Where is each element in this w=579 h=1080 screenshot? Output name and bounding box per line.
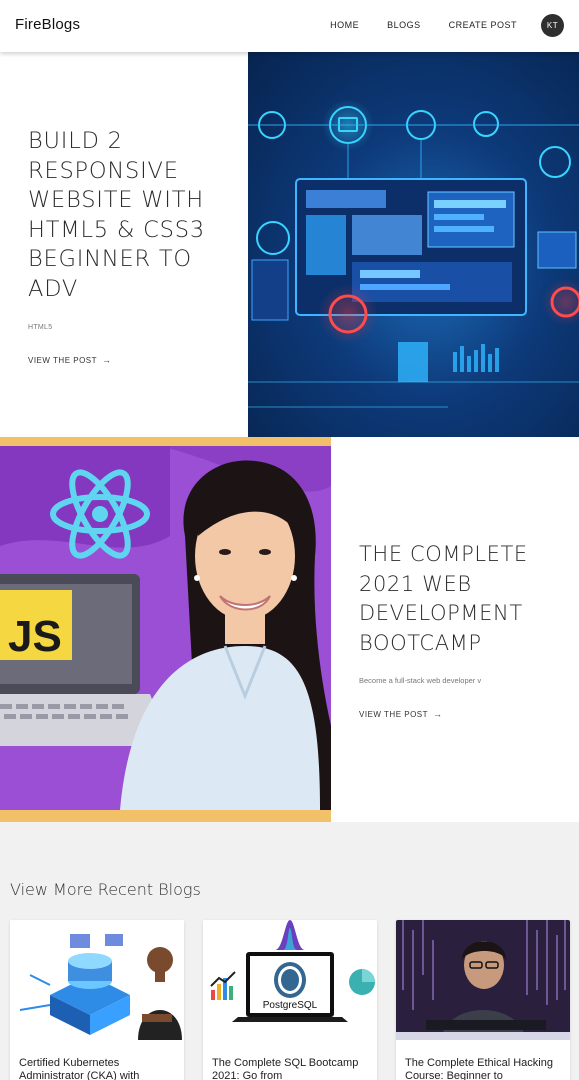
featured-post-1-tag: HTML5 [28,324,53,331]
hacking-cover-image [396,920,570,1040]
featured-post-2-description: Become a full-stack web developer v [359,676,482,685]
nav-home-link[interactable]: HOME [330,20,359,30]
nav-blogs-link[interactable]: BLOGS [387,20,421,30]
arrow-right-icon: → [102,355,112,365]
blog-card-hacking[interactable]: The Complete Ethical Hacking Course: Beg… [396,920,570,1080]
top-navbar: FireBlogs HOME BLOGS CREATE POST KT [0,0,579,52]
blog-card-title: The Complete Ethical Hacking Course: Beg… [405,1057,553,1080]
blog-card-kubernetes[interactable]: Certified Kubernetes Administrator (CKA)… [10,920,184,1080]
featured-post-2-image: JS [0,437,331,822]
web-dev-illustration-icon [248,99,579,408]
js-logo-text: JS [8,612,62,661]
featured-post-2-text: THE COMPLETE 2021 WEB DEVELOPMENT BOOTCA… [359,540,559,722]
kubernetes-cover-image [10,920,184,1040]
recent-blogs-cards: Certified Kubernetes Administrator (CKA)… [10,920,579,1080]
view-post-1-label: VIEW THE POST [28,355,98,365]
postgres-label-text: PostgreSQL [263,1000,318,1011]
featured-post-2: JS THE COMPLETE 2021 WEB DEVELOPMENT BOO… [0,437,579,822]
nav-create-post-link[interactable]: CREATE POST [449,20,517,30]
view-post-2-label: VIEW THE POST [359,709,429,719]
blog-card-title: The Complete SQL Bootcamp 2021: Go from [212,1057,359,1080]
postgresql-cover-image: PostgreSQL [203,920,377,1040]
recent-blogs-section: View More Recent Blogs Certified Kuberne… [0,822,579,1080]
featured-post-1: BUILD 2 RESPONSIVE WEBSITE WITH HTML5 & … [0,52,579,437]
recent-blogs-heading: View More Recent Blogs [10,880,201,899]
postgresql-cover-icon: PostgreSQL [203,920,377,1040]
blog-card-sql[interactable]: PostgreSQL The Complete SQL Bootcamp 202… [203,920,377,1080]
kubernetes-cover-icon [10,920,184,1040]
view-post-1-link[interactable]: VIEW THE POST → [28,355,112,365]
user-avatar[interactable]: KT [541,14,564,37]
arrow-right-icon: → [433,709,443,719]
featured-post-1-image [248,52,579,437]
bootcamp-cover-illustration: JS [0,446,331,810]
blog-card-title: Certified Kubernetes Administrator (CKA)… [19,1057,140,1080]
brand-logo[interactable]: FireBlogs [15,16,80,33]
bootcamp-course-cover-icon: JS [0,446,331,810]
hacking-cover-icon [396,920,570,1040]
featured-post-1-text: BUILD 2 RESPONSIVE WEBSITE WITH HTML5 & … [28,127,228,368]
featured-post-1-title: BUILD 2 RESPONSIVE WEBSITE WITH HTML5 & … [28,128,205,302]
featured-post-2-title: THE COMPLETE 2021 WEB DEVELOPMENT BOOTCA… [359,542,528,655]
view-post-2-link[interactable]: VIEW THE POST → [359,709,443,719]
nav-links: HOME BLOGS CREATE POST [302,20,517,30]
